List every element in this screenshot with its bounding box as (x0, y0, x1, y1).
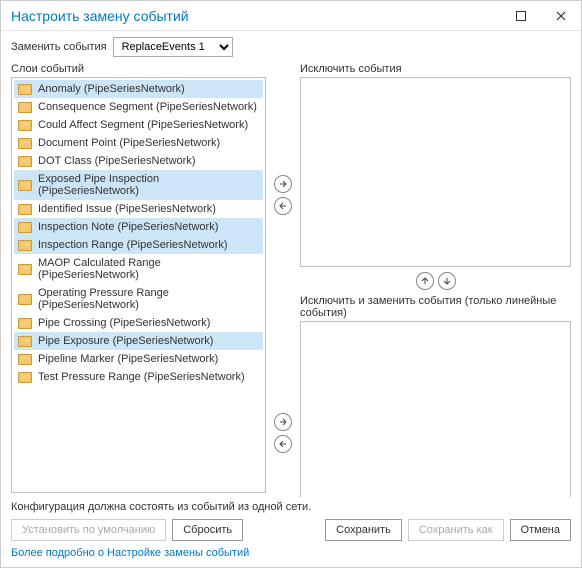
list-item-label: Exposed Pipe Inspection (PipeSeriesNetwo… (38, 173, 259, 197)
arrow-down-icon (443, 277, 451, 285)
close-button[interactable] (541, 1, 581, 31)
list-item-label: Operating Pressure Range (PipeSeriesNetw… (38, 287, 259, 311)
layer-icon (18, 84, 32, 95)
list-item-label: Could Affect Segment (PipeSeriesNetwork) (38, 119, 248, 131)
layer-icon (18, 204, 32, 215)
list-item-label: Inspection Note (PipeSeriesNetwork) (38, 221, 218, 233)
exclude-replace-events-label: Исключить и заменить события (только лин… (300, 295, 571, 321)
close-icon (556, 11, 566, 21)
list-item[interactable]: Operating Pressure Range (PipeSeriesNetw… (14, 284, 263, 314)
layer-icon (18, 156, 32, 167)
list-item-label: MAOP Calculated Range (PipeSeriesNetwork… (38, 257, 259, 281)
list-item-label: Consequence Segment (PipeSeriesNetwork) (38, 101, 257, 113)
move-right-top-button[interactable] (274, 175, 292, 193)
window-title: Настроить замену событий (11, 8, 501, 24)
move-right-bottom-button[interactable] (274, 413, 292, 431)
arrow-up-icon (421, 277, 429, 285)
list-item[interactable]: Exposed Pipe Inspection (PipeSeriesNetwo… (14, 170, 263, 200)
list-item[interactable]: Consequence Segment (PipeSeriesNetwork) (14, 98, 263, 116)
list-item-label: Pipeline Marker (PipeSeriesNetwork) (38, 353, 218, 365)
replace-events-label: Заменить события (11, 41, 107, 53)
list-item-label: Pipe Crossing (PipeSeriesNetwork) (38, 317, 210, 329)
set-default-button[interactable]: Установить по умолчанию (11, 519, 166, 541)
list-item[interactable]: Inspection Range (PipeSeriesNetwork) (14, 236, 263, 254)
layer-icon (18, 102, 32, 113)
cancel-button[interactable]: Отмена (510, 519, 571, 541)
layer-icon (18, 354, 32, 365)
list-item[interactable]: Anomaly (PipeSeriesNetwork) (14, 80, 263, 98)
maximize-button[interactable] (501, 1, 541, 31)
exclude-events-list[interactable] (300, 77, 571, 267)
middle-column-top (272, 63, 294, 493)
list-item[interactable]: Test Pressure Range (PipeSeriesNetwork) (14, 368, 263, 386)
dialog-window: Настроить замену событий Заменить событи… (0, 0, 582, 568)
event-layers-label: Слои событий (11, 63, 266, 77)
list-item[interactable]: Inspection Note (PipeSeriesNetwork) (14, 218, 263, 236)
layer-icon (18, 180, 32, 191)
list-item-label: Test Pressure Range (PipeSeriesNetwork) (38, 371, 245, 383)
move-left-bottom-button[interactable] (274, 435, 292, 453)
layer-icon (18, 264, 32, 275)
title-bar: Настроить замену событий (1, 1, 581, 31)
list-item-label: DOT Class (PipeSeriesNetwork) (38, 155, 196, 167)
event-layers-list[interactable]: Anomaly (PipeSeriesNetwork) Consequence S… (11, 77, 266, 493)
list-item[interactable]: DOT Class (PipeSeriesNetwork) (14, 152, 263, 170)
list-item[interactable]: Pipe Exposure (PipeSeriesNetwork) (14, 332, 263, 350)
arrow-right-icon (279, 418, 287, 426)
layer-icon (18, 318, 32, 329)
layer-icon (18, 138, 32, 149)
left-column: Слои событий Anomaly (PipeSeriesNetwork)… (11, 63, 266, 493)
move-down-button[interactable] (438, 272, 456, 290)
save-button[interactable]: Сохранить (325, 519, 402, 541)
exclude-replace-events-list[interactable] (300, 321, 571, 497)
layer-icon (18, 372, 32, 383)
layer-icon (18, 222, 32, 233)
right-column: Исключить события Исключить и заменить с… (300, 63, 571, 493)
arrow-left-icon (279, 202, 287, 210)
list-item-label: Pipe Exposure (PipeSeriesNetwork) (38, 335, 213, 347)
reorder-buttons (300, 267, 571, 295)
list-item-label: Anomaly (PipeSeriesNetwork) (38, 83, 185, 95)
list-item[interactable]: Identified Issue (PipeSeriesNetwork) (14, 200, 263, 218)
footer-bar: Установить по умолчанию Сбросить Сохрани… (1, 513, 581, 545)
list-item-label: Inspection Range (PipeSeriesNetwork) (38, 239, 228, 251)
list-item[interactable]: Document Point (PipeSeriesNetwork) (14, 134, 263, 152)
layer-icon (18, 294, 32, 305)
replace-events-select[interactable]: ReplaceEvents 1 (113, 37, 233, 57)
list-item-label: Identified Issue (PipeSeriesNetwork) (38, 203, 216, 215)
layer-icon (18, 336, 32, 347)
list-item-label: Document Point (PipeSeriesNetwork) (38, 137, 220, 149)
list-item[interactable]: Pipeline Marker (PipeSeriesNetwork) (14, 350, 263, 368)
hint-text: Конфигурация должна состоять из событий … (1, 497, 581, 513)
arrow-left-icon (279, 440, 287, 448)
move-left-top-button[interactable] (274, 197, 292, 215)
layer-icon (18, 120, 32, 131)
move-up-button[interactable] (416, 272, 434, 290)
top-bar: Заменить события ReplaceEvents 1 (1, 31, 581, 63)
save-as-button[interactable]: Сохранить как (408, 519, 504, 541)
list-item[interactable]: Pipe Crossing (PipeSeriesNetwork) (14, 314, 263, 332)
help-link[interactable]: Более подробно о Настройке замены событи… (1, 545, 581, 567)
list-item[interactable]: Could Affect Segment (PipeSeriesNetwork) (14, 116, 263, 134)
main-content: Слои событий Anomaly (PipeSeriesNetwork)… (1, 63, 581, 497)
reset-button[interactable]: Сбросить (172, 519, 243, 541)
layer-icon (18, 240, 32, 251)
exclude-events-label: Исключить события (300, 63, 571, 77)
maximize-icon (516, 11, 526, 21)
arrow-right-icon (279, 180, 287, 188)
list-item[interactable]: MAOP Calculated Range (PipeSeriesNetwork… (14, 254, 263, 284)
